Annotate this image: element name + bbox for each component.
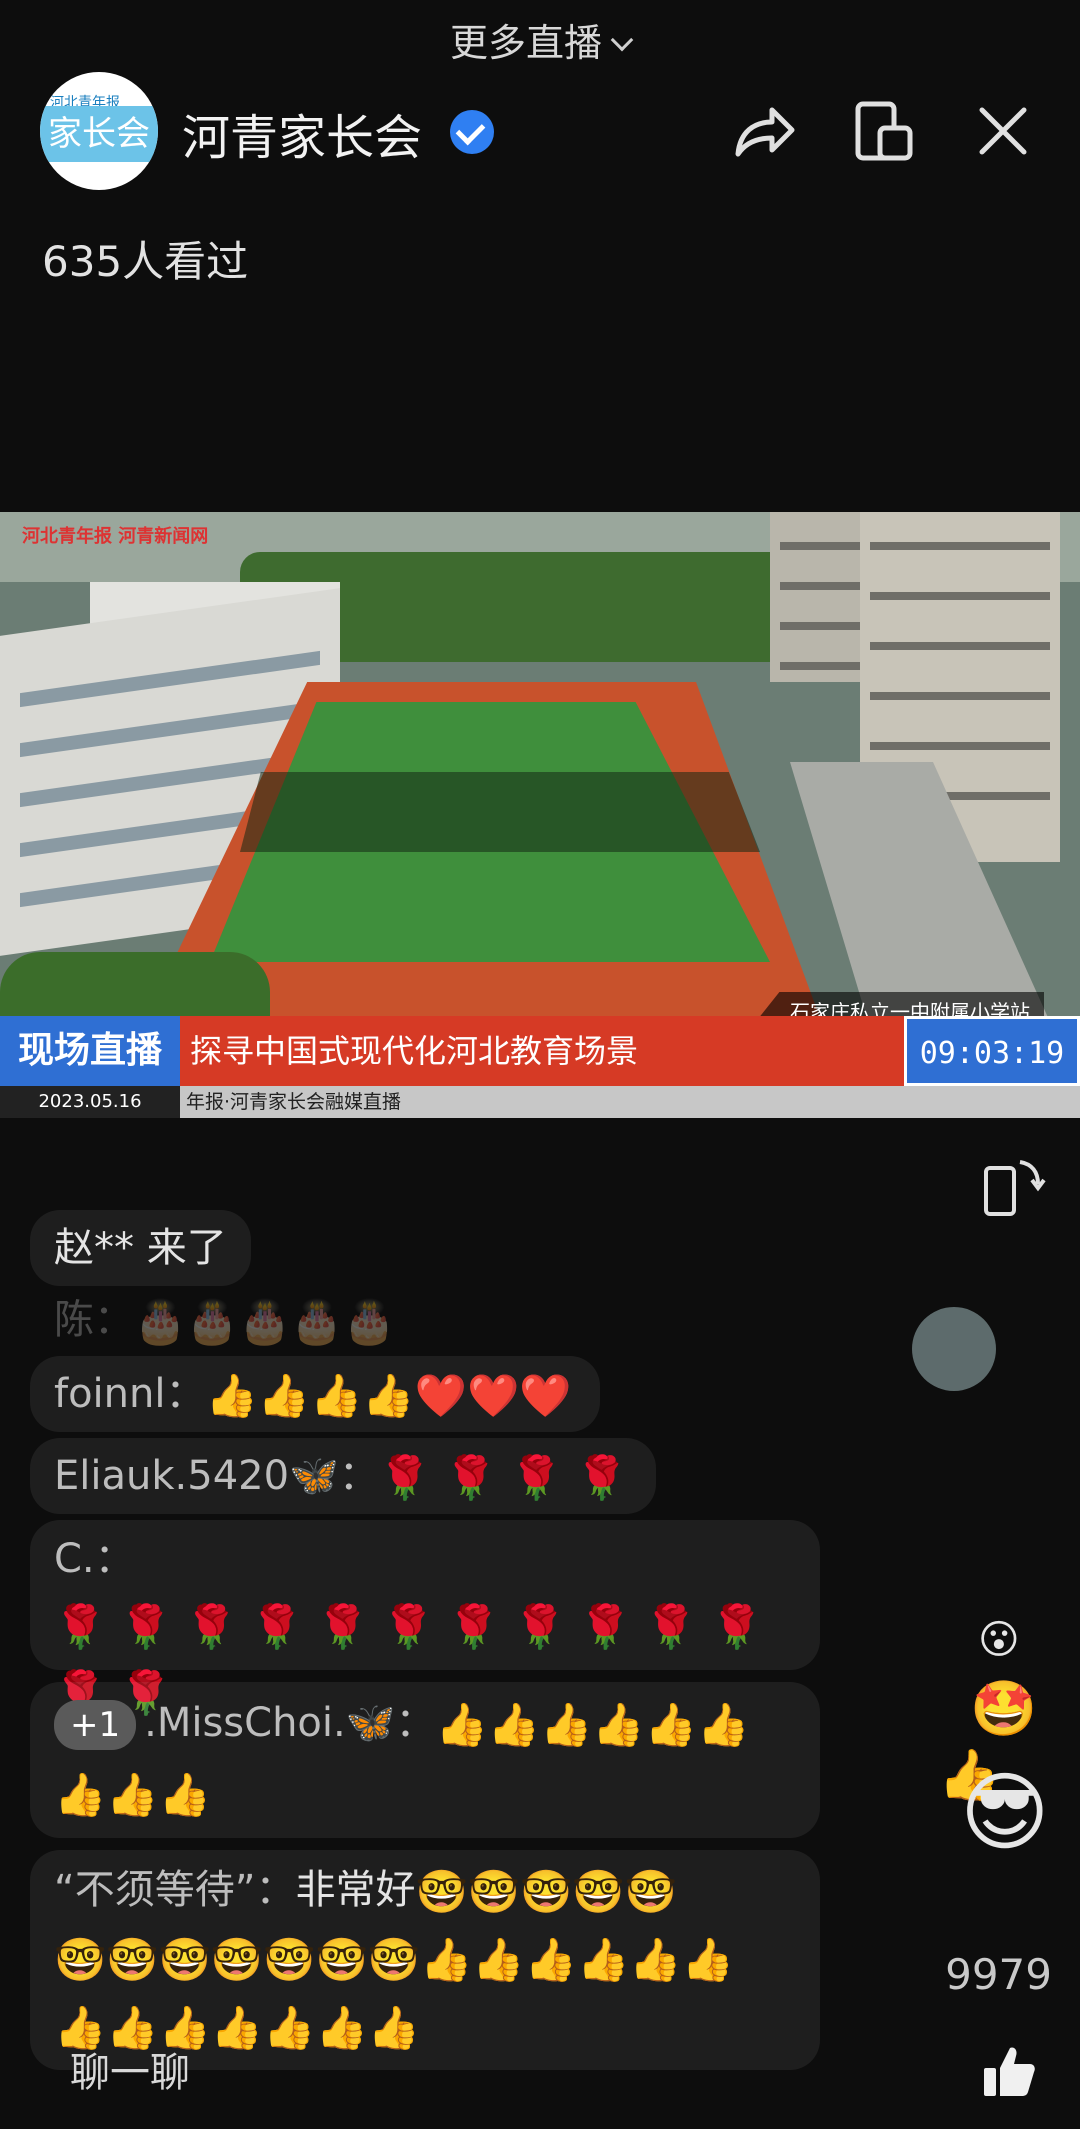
comment-emoji: 👍👍👍👍❤️❤️❤️ [205, 1371, 572, 1420]
list-item: Eliauk.5420🦋：🌹 🌹 🌹 🌹 [30, 1438, 657, 1514]
rotate-screen-icon[interactable] [980, 1154, 1046, 1220]
commenter-name: Eliauk.5420🦋： [54, 1453, 379, 1499]
floating-emoji: 😮 [978, 1617, 1020, 1663]
live-video-player[interactable]: 河北青年报 河青新闻网 石家庄私立一中附属小学站 现场直播 探寻中国式现代化河北… [0, 512, 1080, 1118]
thumbs-up-icon[interactable] [976, 2040, 1040, 2104]
floating-emoji: 😎 [960, 1763, 1050, 1863]
join-notice: 赵** 来了 [30, 1210, 251, 1286]
comment-emoji: 🤓🤓🤓🤓🤓🤓🤓👍👍👍👍👍👍 [54, 1935, 734, 1984]
comment-emoji: 🌹 🌹 🌹 🌹 🌹 🌹 🌹 🌹 🌹 🌹 🌹 [54, 1602, 763, 1651]
ticker-text: 年报·河青家长会融媒直播 [186, 1091, 402, 1113]
live-label: 现场直播 [0, 1016, 180, 1086]
more-live-button[interactable]: 更多直播 [0, 12, 1080, 67]
join-notice-text: 赵** 来了 [54, 1225, 227, 1271]
commenter-name: 陈： [54, 1297, 134, 1343]
commenter-name: C.： [54, 1536, 135, 1582]
share-icon[interactable] [728, 96, 798, 166]
avatar-main-text: 家长会 [40, 106, 158, 162]
comment-emoji: 🤓🤓🤓🤓🤓 [415, 1867, 677, 1916]
commenter-name: “不须等待”： [54, 1867, 296, 1913]
lower-third-banner: 现场直播 探寻中国式现代化河北教育场景 09:03:19 [0, 1016, 1080, 1086]
channel-name[interactable]: 河青家长会 [182, 98, 422, 168]
more-live-label: 更多直播 [449, 21, 602, 65]
list-item: +1 .MissChoi.🦋：👍👍👍👍👍👍 👍👍👍 [30, 1682, 820, 1838]
list-item: foinnl：👍👍👍👍❤️❤️❤️ [30, 1356, 600, 1432]
broadcast-watermark: 河北青年报 河青新闻网 [22, 526, 209, 547]
ticker-bar: 2023.05.16 年报·河青家长会融媒直播 [0, 1086, 1080, 1118]
comment-emoji: 👍👍👍👍👍👍 [435, 1700, 750, 1749]
broadcast-clock: 09:03:19 [904, 1016, 1080, 1086]
close-icon[interactable] [968, 96, 1038, 166]
fan-badge: +1 [54, 1700, 137, 1750]
channel-avatar[interactable]: 河北青年报 家长会 [40, 72, 158, 190]
like-count: 9979 [945, 1950, 1052, 1999]
broadcast-headline: 探寻中国式现代化河北教育场景 [190, 1032, 639, 1070]
chat-input[interactable]: 聊一聊 [40, 2038, 440, 2108]
broadcast-date: 2023.05.16 [0, 1086, 180, 1118]
comment-text: 非常好 [295, 1867, 416, 1913]
commenter-name: foinnl： [54, 1371, 206, 1417]
channel-header: 河北青年报 家长会 河青家长会 [40, 72, 1050, 192]
comment-emoji: 🌹 🌹 🌹 🌹 [378, 1453, 629, 1502]
viewer-avatar[interactable] [912, 1307, 996, 1391]
viewer-count: 635人看过 [42, 237, 249, 286]
list-item: C.：🌹 🌹 🌹 🌹 🌹 🌹 🌹 🌹 🌹 🌹 🌹 🌹 🌹 [30, 1520, 820, 1714]
list-item: “不须等待”：非常好🤓🤓🤓🤓🤓 🤓🤓🤓🤓🤓🤓🤓👍👍👍👍👍👍 👍👍👍👍👍👍👍 [30, 1850, 820, 2070]
commenter-name: .MissChoi.🦋： [144, 1700, 436, 1746]
comment-emoji: 👍👍👍 [54, 1770, 211, 1819]
verified-badge-icon [450, 110, 494, 154]
floating-reactions: 😮 🤩 👍 😎 [930, 1570, 1070, 1870]
floating-emoji: 🤩 [970, 1677, 1038, 1740]
video-field-shadow [240, 772, 760, 852]
chevron-down-icon [610, 28, 634, 52]
list-item: 陈：🎂🎂🎂🎂🎂 [30, 1290, 423, 1350]
comment-emoji: 🎂🎂🎂🎂🎂 [134, 1297, 396, 1346]
picture-in-picture-icon[interactable] [848, 96, 918, 166]
